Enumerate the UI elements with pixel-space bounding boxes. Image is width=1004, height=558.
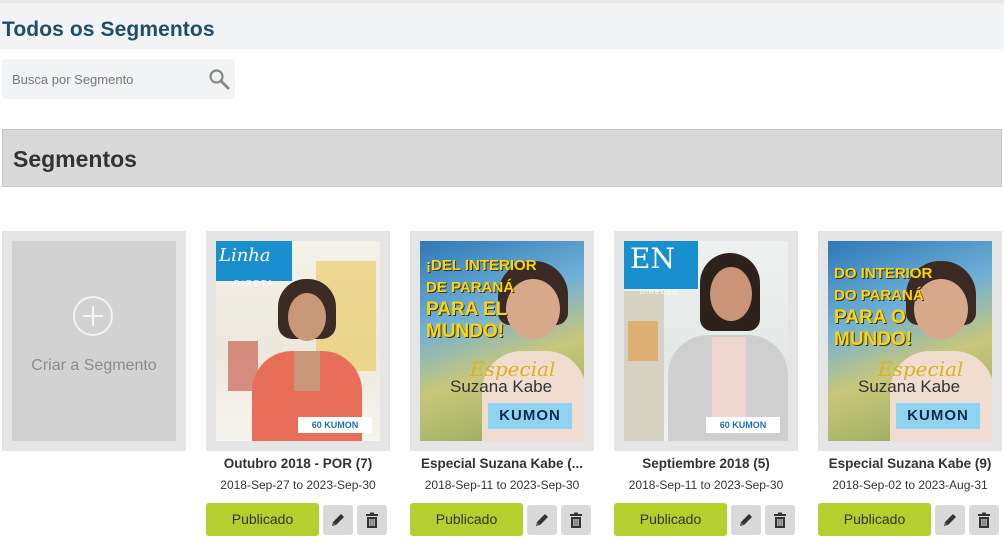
pencil-icon <box>332 514 344 526</box>
trash-icon <box>570 512 582 528</box>
cover-logo: Linha DIRETA <box>216 241 292 288</box>
page-title: Todos os Segmentos <box>2 18 215 41</box>
segment-cover-image[interactable]: EN DIRECTO 60 KUMON <box>624 241 788 441</box>
pencil-icon <box>536 514 548 526</box>
search-box <box>2 59 235 99</box>
page-header: Todos os Segmentos <box>0 3 1004 49</box>
pencil-icon <box>740 514 752 526</box>
cover-logo: EN DIRECTO <box>624 241 698 296</box>
segment-cover-image[interactable]: Linha DIRETA 60 KUMON <box>216 241 380 441</box>
edit-button[interactable] <box>731 505 761 535</box>
publish-status-button[interactable]: Publicado <box>206 503 319 536</box>
pencil-icon <box>944 514 956 526</box>
section-header: Segmentos <box>2 129 1002 187</box>
delete-button[interactable] <box>561 505 591 535</box>
plus-circle-icon <box>73 296 113 336</box>
edit-button[interactable] <box>527 505 557 535</box>
kumon-badge: 60 KUMON <box>706 417 780 433</box>
delete-button[interactable] <box>969 505 999 535</box>
segment-dates: 2018-Sep-27 to 2023-Sep-30 <box>220 478 376 492</box>
delete-button[interactable] <box>357 505 387 535</box>
kumon-badge: KUMON <box>896 403 980 429</box>
create-segment-tile[interactable]: Criar a Segmento <box>12 241 176 441</box>
publish-status-button[interactable]: Publicado <box>818 503 931 536</box>
segment-thumbnail-frame[interactable]: EN DIRECTO 60 KUMON <box>614 231 798 451</box>
kumon-badge: KUMON <box>488 403 572 429</box>
create-segment-label: Criar a Segmento <box>31 357 157 374</box>
edit-button[interactable] <box>323 505 353 535</box>
segment-dates: 2018-Sep-11 to 2023-Sep-30 <box>424 478 580 492</box>
trash-icon <box>366 512 378 528</box>
cover-headline: ¡DEL INTERIOR DE PARANÁ PARA EL MUNDO! <box>426 257 537 342</box>
segment-thumbnail-frame[interactable]: DO INTERIOR DO PARANÁ PARA O MUNDO! Espe… <box>818 231 1002 451</box>
create-segment-card[interactable]: Criar a Segmento <box>2 231 186 451</box>
cover-person-name: Suzana Kabe <box>858 377 961 396</box>
segment-thumbnail-frame[interactable]: Linha DIRETA 60 KUMON <box>206 231 390 451</box>
trash-icon <box>978 512 990 528</box>
delete-button[interactable] <box>765 505 795 535</box>
segment-thumbnail-frame[interactable]: ¡DEL INTERIOR DE PARANÁ PARA EL MUNDO! E… <box>410 231 594 451</box>
trash-icon <box>774 512 786 528</box>
segment-cover-image[interactable]: ¡DEL INTERIOR DE PARANÁ PARA EL MUNDO! E… <box>420 241 584 441</box>
segment-dates: 2018-Sep-02 to 2023-Aug-31 <box>832 478 988 492</box>
search-icon[interactable] <box>207 67 231 91</box>
segment-name: Outubro 2018 - POR (7) <box>223 456 373 471</box>
edit-button[interactable] <box>935 505 965 535</box>
publish-status-button[interactable]: Publicado <box>614 503 727 536</box>
kumon-badge: 60 KUMON <box>298 417 372 433</box>
publish-status-button[interactable]: Publicado <box>410 503 523 536</box>
segment-name: Septiembre 2018 (5) <box>642 456 770 471</box>
section-title: Segmentos <box>13 146 137 172</box>
segment-name: Especial Suzana Kabe (9) <box>828 456 992 471</box>
cover-person-name: Suzana Kabe <box>450 377 553 396</box>
cover-headline: DO INTERIOR DO PARANÁ PARA O MUNDO! <box>834 265 933 350</box>
segment-name: Especial Suzana Kabe (... <box>420 456 584 471</box>
segment-dates: 2018-Sep-11 to 2023-Sep-30 <box>628 478 784 492</box>
search-input[interactable] <box>2 59 202 99</box>
segment-cover-image[interactable]: DO INTERIOR DO PARANÁ PARA O MUNDO! Espe… <box>828 241 992 441</box>
